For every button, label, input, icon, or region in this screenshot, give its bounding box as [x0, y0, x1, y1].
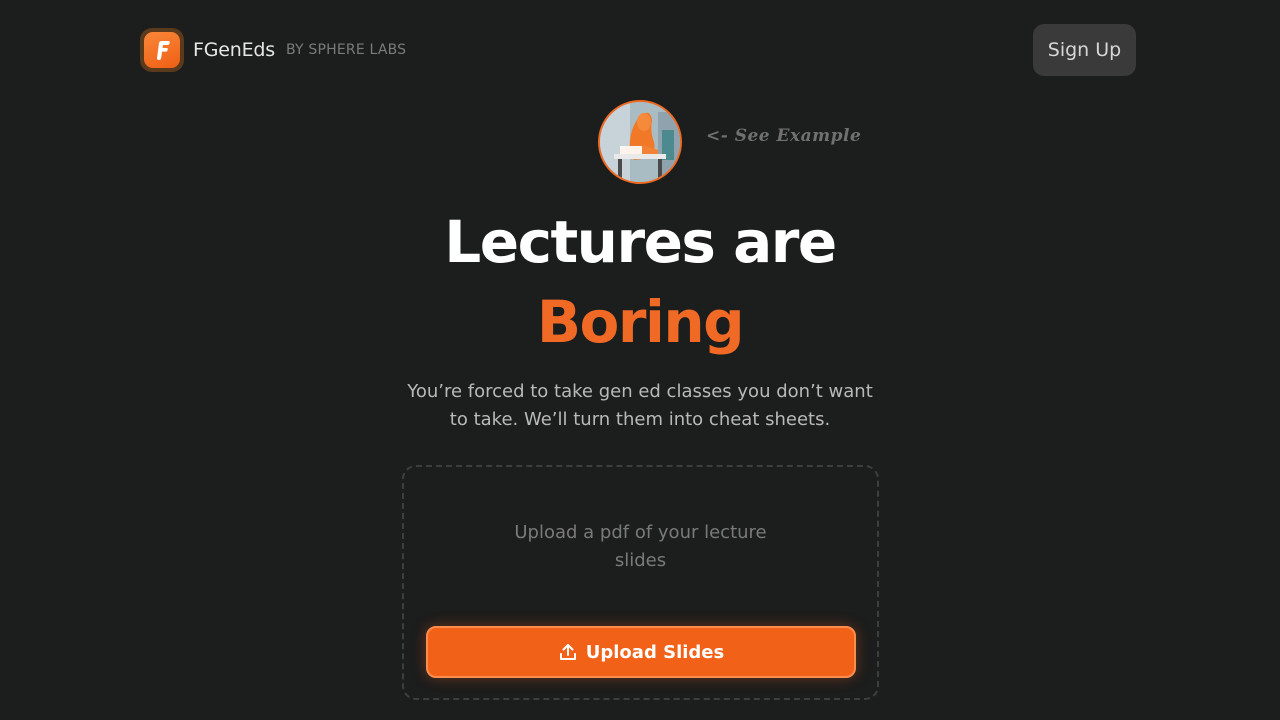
logo [140, 28, 184, 72]
hero-highlight: Boring [536, 288, 745, 356]
brand[interactable]: FGenEds BY SPHERE LABS [140, 28, 406, 72]
brand-byline: BY SPHERE LABS [285, 42, 407, 58]
example-avatar[interactable] [598, 100, 682, 184]
upload-instruction: Upload a pdf of your lecture slides [514, 522, 767, 571]
upload-slides-label: Upload Slides [585, 641, 725, 663]
hero-subtitle: You’re forced to take gen ed classes you… [407, 381, 873, 430]
upload-icon [558, 642, 578, 662]
brand-name: FGenEds [193, 39, 275, 61]
sign-up-button[interactable]: Sign Up [1033, 24, 1136, 76]
upload-dropzone[interactable]: Upload a pdf of your lecture slides Uplo… [402, 465, 879, 700]
f-logo-icon [144, 32, 180, 68]
hero-title: Lectures are [444, 208, 837, 276]
see-example-label[interactable]: <- See Example [706, 126, 861, 146]
landing-page: FGenEds BY SPHERE LABS Sign Up <- See Ex… [0, 0, 1280, 720]
upload-slides-button[interactable]: Upload Slides [426, 626, 856, 678]
